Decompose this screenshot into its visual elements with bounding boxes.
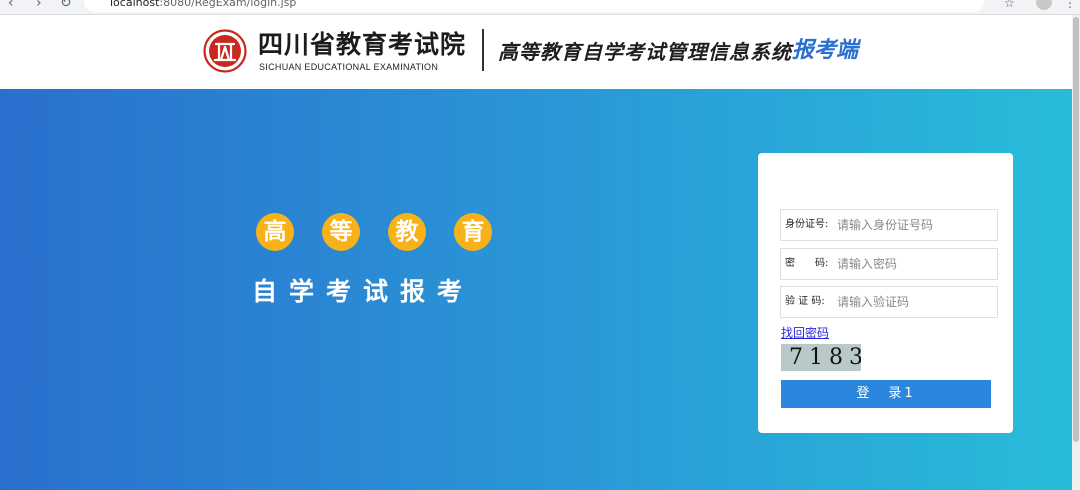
system-name: 高等教育自学考试管理信息系统	[498, 40, 792, 64]
address-text[interactable]: localhost:8080/RegExam/login.jsp	[110, 0, 296, 10]
forgot-password-link[interactable]: 找回密码	[781, 325, 829, 341]
title-badge-gao: 高	[256, 213, 294, 251]
captcha-label: 验 证 码:	[785, 296, 825, 307]
seal-logo-icon	[203, 29, 247, 73]
menu-dots-icon[interactable]: ⋮	[1064, 0, 1076, 10]
forward-arrow-icon[interactable]: ›	[36, 0, 42, 10]
password-label: 密 码:	[785, 258, 829, 269]
hero-subtitle: 自学考试报考	[252, 277, 475, 306]
org-name-english: SICHUAN EDUCATIONAL EXAMINATION	[259, 62, 439, 72]
captcha-input[interactable]	[837, 291, 993, 313]
url-path: :8080/RegExam/login.jsp	[159, 0, 297, 9]
password-input[interactable]	[837, 253, 993, 275]
captcha-image[interactable]: 7183	[781, 344, 861, 371]
url-host: localhost	[110, 0, 160, 9]
id-number-label: 身份证号:	[785, 219, 829, 230]
captcha-text: 7183	[789, 345, 861, 370]
org-name: 四川省教育考试院	[258, 30, 467, 59]
bookmark-star-icon[interactable]: ☆	[1004, 0, 1015, 10]
id-number-input[interactable]	[837, 214, 993, 236]
id-number-field: 身份证号:	[780, 209, 998, 241]
browser-toolbar: ‹ › ↻ localhost:8080/RegExam/login.jsp ☆…	[0, 0, 1080, 15]
reload-icon[interactable]: ↻	[60, 0, 72, 10]
title-badge-yu: 育	[454, 213, 492, 251]
scrollbar-thumb[interactable]	[1073, 17, 1079, 442]
title-badge-deng: 等	[322, 213, 360, 251]
title-badge-jiao: 教	[388, 213, 426, 251]
account-avatar[interactable]	[1036, 0, 1052, 10]
client-tag: 报考端	[792, 38, 859, 63]
captcha-field: 验 证 码:	[780, 286, 998, 318]
password-field: 密 码:	[780, 248, 998, 280]
site-header: 四川省教育考试院 SICHUAN EDUCATIONAL EXAMINATION…	[0, 15, 1072, 89]
login-button[interactable]: 登 录1	[781, 380, 991, 408]
login-card: 身份证号: 密 码: 验 证 码: 找回密码 7183 登 录1	[758, 153, 1013, 433]
header-divider	[482, 29, 484, 71]
page-scrollbar[interactable]	[1072, 15, 1080, 490]
hero-title: 高 等 教 育	[256, 213, 496, 253]
back-arrow-icon[interactable]: ‹	[8, 0, 14, 10]
hero-banner: 高 等 教 育 自学考试报考 身份证号: 密 码: 验 证 码: 找回密码 71…	[0, 89, 1072, 490]
